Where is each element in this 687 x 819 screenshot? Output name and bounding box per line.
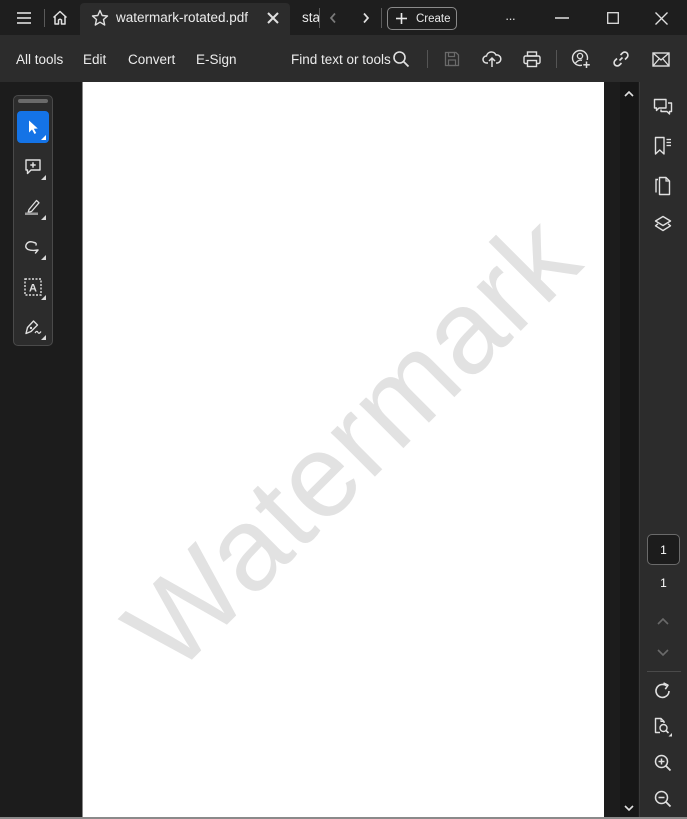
bookmarks-icon[interactable] <box>651 134 675 158</box>
tab-inactive[interactable]: sta <box>302 10 320 25</box>
comment-plus-icon <box>25 159 41 175</box>
right-panel: 1 1 <box>639 82 687 819</box>
submenu-indicator <box>41 215 46 220</box>
search-icon[interactable] <box>389 47 413 71</box>
freeform-draw-icon <box>25 241 39 254</box>
current-page-input[interactable]: 1 <box>647 534 680 565</box>
close-tab-icon[interactable] <box>264 9 282 27</box>
divider <box>44 9 45 27</box>
divider <box>381 8 382 28</box>
scroll-track[interactable] <box>620 82 638 819</box>
print-icon[interactable] <box>520 47 544 71</box>
more-options-icon[interactable]: ··· <box>498 8 522 28</box>
page-zoom-icon[interactable] <box>651 715 675 739</box>
chevron-left-icon[interactable] <box>326 10 340 26</box>
title-bar: watermark-rotated.pdf sta Create ··· <box>0 0 687 35</box>
total-pages: 1 <box>660 576 667 590</box>
find-text-button[interactable]: Find text or tools <box>291 52 391 67</box>
submenu-indicator <box>41 335 46 340</box>
draw-tool-button[interactable] <box>17 231 49 263</box>
layers-icon[interactable] <box>651 213 675 237</box>
drag-handle[interactable] <box>18 99 48 103</box>
submenu-indicator <box>41 175 46 180</box>
comments-icon[interactable] <box>651 95 675 119</box>
zoom-out-icon[interactable] <box>651 787 675 811</box>
create-label: Create <box>416 12 451 25</box>
highlighter-icon <box>25 199 40 215</box>
vertical-scrollbar[interactable] <box>604 82 639 819</box>
share-user-icon[interactable] <box>569 47 593 71</box>
home-icon[interactable] <box>49 7 71 29</box>
add-comment-tool-button[interactable] <box>17 151 49 183</box>
svg-text:A: A <box>29 283 37 295</box>
star-icon[interactable] <box>90 8 110 28</box>
pages-icon[interactable] <box>651 174 675 198</box>
rotate-icon[interactable] <box>651 679 675 703</box>
zoom-in-icon[interactable] <box>651 751 675 775</box>
scroll-up-icon[interactable] <box>623 87 635 99</box>
highlight-tool-button[interactable] <box>17 191 49 223</box>
chevron-right-icon[interactable] <box>359 10 373 26</box>
quick-tools-bar: A <box>13 95 53 346</box>
previous-page-icon[interactable] <box>651 609 675 633</box>
next-page-icon[interactable] <box>651 641 675 665</box>
divider <box>556 50 557 68</box>
menu-convert[interactable]: Convert <box>128 52 175 67</box>
select-tool-button[interactable] <box>17 111 49 143</box>
plus-icon <box>396 13 407 24</box>
link-icon[interactable] <box>609 47 633 71</box>
submenu-indicator <box>41 135 46 140</box>
hamburger-menu-icon[interactable] <box>12 8 36 28</box>
email-icon[interactable] <box>649 47 673 71</box>
text-box-icon: A <box>24 278 42 296</box>
upload-cloud-icon[interactable] <box>480 47 504 71</box>
cursor-arrow-icon <box>29 120 38 134</box>
submenu-indicator <box>41 295 46 300</box>
maximize-icon[interactable] <box>604 9 622 27</box>
scroll-down-icon[interactable] <box>623 802 635 814</box>
sign-tool-button[interactable] <box>17 311 49 343</box>
divider <box>427 50 428 68</box>
pen-sign-icon <box>25 320 42 335</box>
divider <box>319 8 320 28</box>
divider <box>647 671 681 672</box>
submenu-indicator <box>41 255 46 260</box>
document-page[interactable]: Watermark <box>82 82 604 819</box>
menu-edit[interactable]: Edit <box>83 52 106 67</box>
close-window-icon[interactable] <box>652 9 670 27</box>
watermark-text: Watermark <box>99 190 604 695</box>
menu-all-tools[interactable]: All tools <box>16 52 63 67</box>
minimize-icon[interactable] <box>553 10 571 26</box>
main-toolbar: All tools Edit Convert E-Sign Find text … <box>0 35 687 82</box>
menu-e-sign[interactable]: E-Sign <box>196 52 237 67</box>
tab-title[interactable]: watermark-rotated.pdf <box>116 10 248 25</box>
text-box-tool-button[interactable]: A <box>17 271 49 303</box>
save-icon[interactable] <box>440 47 464 71</box>
create-button[interactable]: Create <box>387 7 457 30</box>
